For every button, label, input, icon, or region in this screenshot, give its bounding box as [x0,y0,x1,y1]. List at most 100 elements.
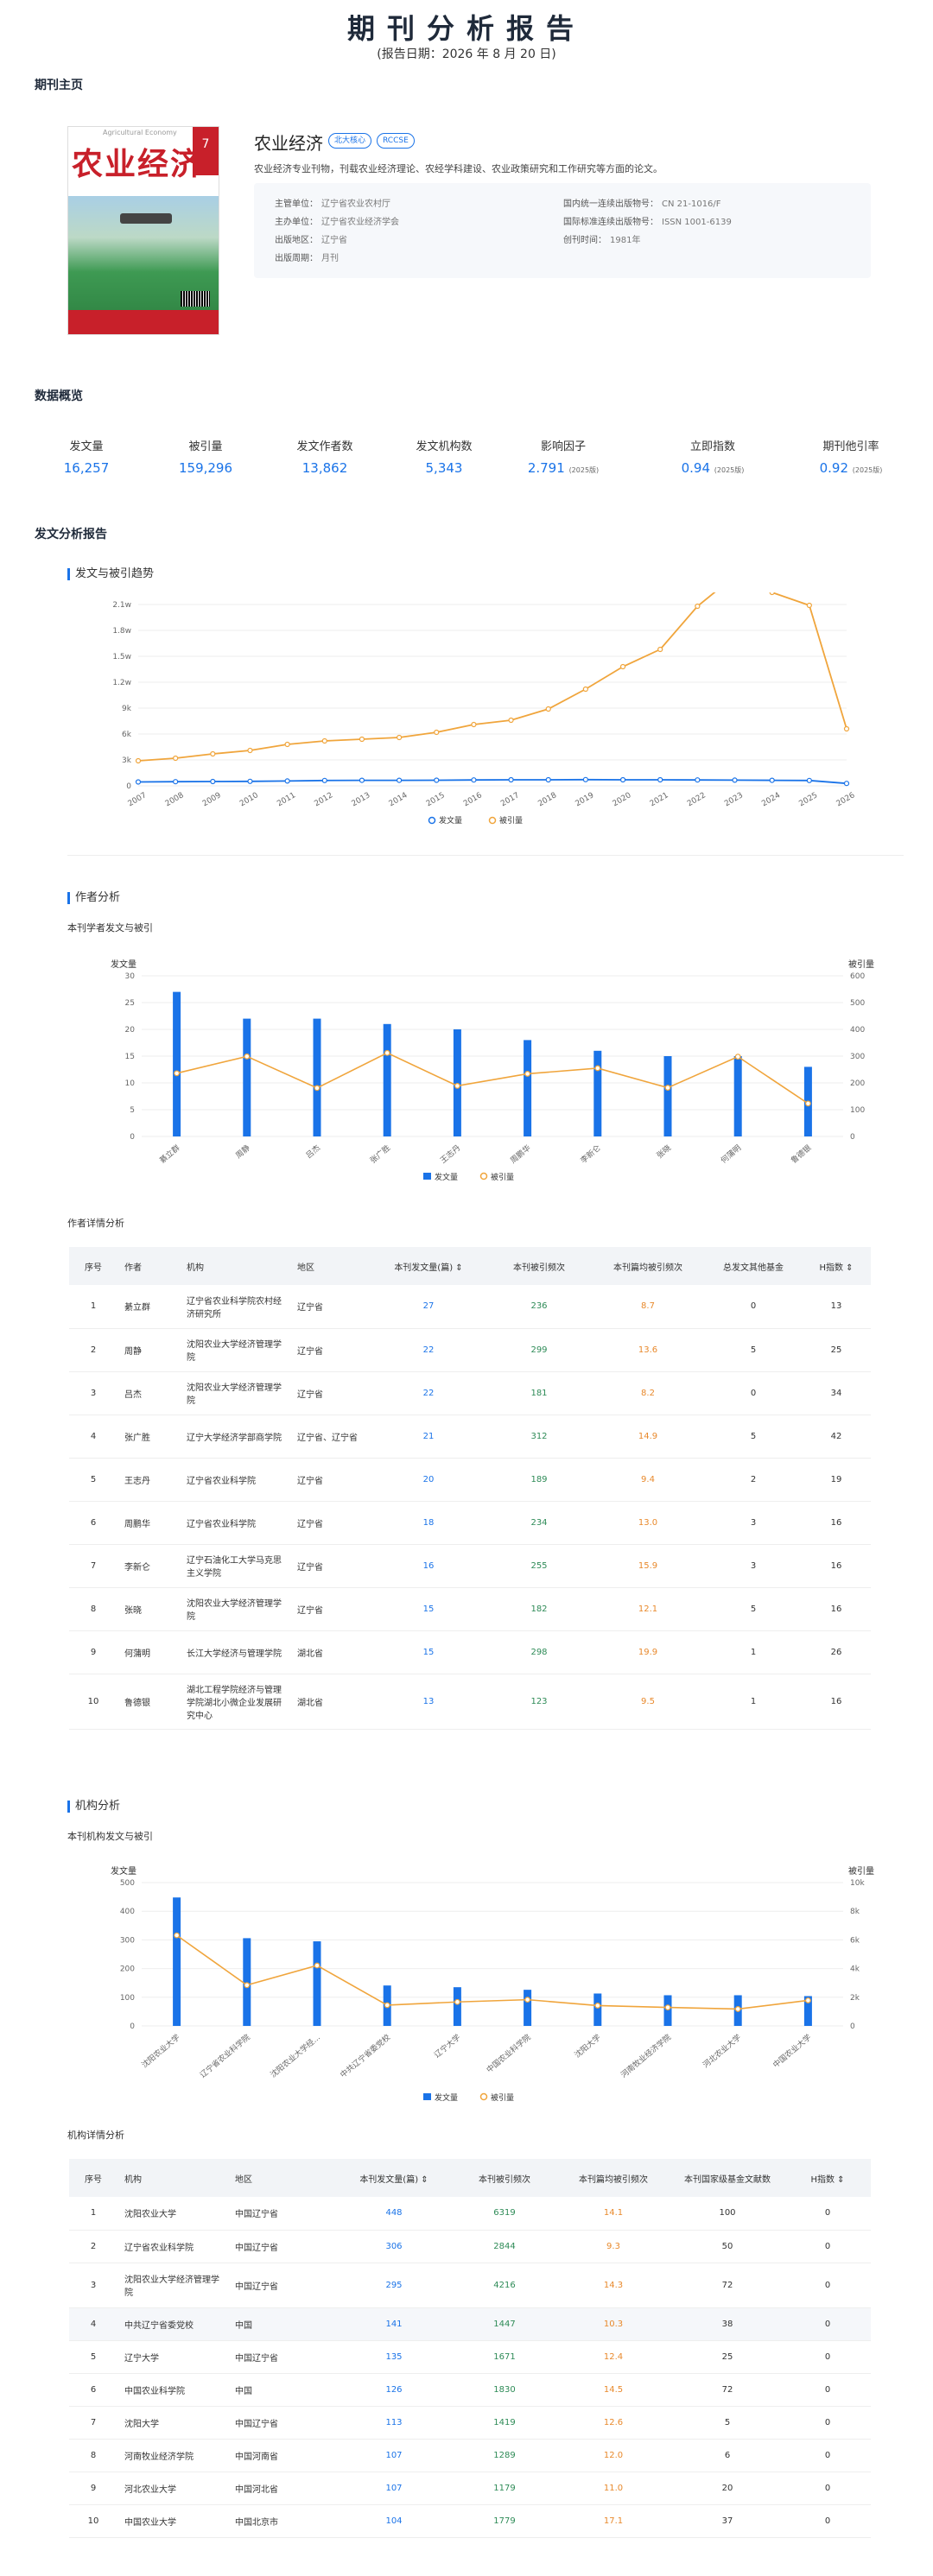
info-issn: 国际标准连续出版物号： ISSN 1001-6139 [563,218,732,227]
org-table: 序号 机构 地区 本刊发文量(篇) ⇕ 本刊被引频次 本刊篇均被引频次 本刊国家级基金文献数… [69,2159,871,2538]
x-tick-label: 2008 [164,791,186,808]
y-tick-label: 300 [120,1936,135,1945]
table-cell: 中国农业科学院 [117,2373,228,2407]
data-point [769,777,775,783]
table-cell: 16 [802,1501,871,1545]
y-tick-label: 5 [130,1106,135,1115]
y-tick-label: 10 [125,1079,136,1088]
table-cell: 李新仑 [117,1544,180,1588]
x-tick-label: 中国农业大学 [771,2032,813,2070]
data-point [284,778,290,784]
table-cell: 8 [69,1587,117,1631]
table-cell: 1289 [453,2439,556,2472]
y-tick-label: 1.8w [112,627,131,636]
table-cell: 辽宁省农业科学院 [180,1501,290,1545]
table-cell: 辽宁省农业科学院 [117,2230,228,2263]
table-cell: 14.1 [556,2197,670,2231]
table-cell: 1 [69,1285,117,1329]
table-cell: 长江大学经济与管理学院 [180,1630,290,1674]
table-row: 10 鲁德银 湖北工程学院经济与管理学院湖北小微企业发展研究中心 湖北省 13 123 9.… [69,1674,871,1730]
data-point [508,776,514,783]
table-cell: 辽宁省 [290,1587,370,1631]
series-line [176,1934,809,2010]
table-cell: 5 [69,2340,117,2374]
y2-tick-label: 4k [850,1965,860,1974]
tag-pku-core[interactable]: 北大核心 [328,133,372,149]
bar [593,1993,602,2026]
table-cell: 沈阳农业大学经济管理学院 [180,1328,290,1372]
table-cell: 22 [370,1371,487,1415]
author-chart-title: 本刊学者发文与被引 [67,922,153,934]
x-tick-label: 2022 [686,791,708,808]
table-header: 总发文其他基金 [705,1247,802,1285]
legend-marker [423,1173,431,1180]
table-cell: 中共辽宁省委党校 [117,2307,228,2341]
table-header[interactable]: 本刊发文量(篇) ⇕ [370,1247,487,1285]
table-cell: 张广胜 [117,1415,180,1459]
y-tick-label: 0 [130,2022,135,2031]
table-cell: 14.9 [591,1415,705,1459]
stat-papers: 发文量 16,257 [63,440,110,476]
table-cell: 5 [705,1587,802,1631]
journal-name: 农业经济 [254,133,323,154]
table-cell: 9.4 [591,1458,705,1502]
bar [524,1990,532,2026]
y-tick-label: 1.2w [112,679,131,687]
x-tick-label: 周静 [233,1142,252,1161]
y-tick-label: 15 [125,1053,135,1061]
table-cell: 50 [670,2230,784,2263]
x-tick-label: 2021 [649,791,670,808]
data-point [657,646,663,653]
cover-title: 农业经济 [72,146,204,182]
y-tick-label: 200 [120,1965,135,1974]
data-point [397,777,403,783]
info-supervisor: 主管单位： 辽宁省农业农村厅 [275,199,390,209]
y-tick-label: 0 [126,782,131,791]
table-cell: 4 [69,1415,117,1459]
data-point [582,686,588,693]
table-cell: 1447 [453,2307,556,2341]
data-point [210,778,216,785]
table-cell: 306 [335,2230,453,2263]
bar [383,1023,391,1136]
y-tick-label: 0 [130,1133,135,1142]
y-tick-label: 3k [122,756,132,765]
table-header[interactable]: 本刊发文量(篇) ⇕ [335,2159,453,2197]
info-sponsor: 主办单位： 辽宁省农业经济学会 [275,218,399,227]
table-header[interactable]: H指数 ⇕ [802,1247,871,1285]
data-point [321,737,327,744]
table-row: 9 河北农业大学 中国河北省 107 1179 11.0 20 0 [69,2472,871,2505]
table-cell: 中国辽宁省 [228,2340,335,2374]
table-cell: 河北农业大学 [117,2472,228,2505]
info-cn: 国内统一连续出版物号： CN 21-1016/F [563,199,721,209]
x-tick-label: 周鹏华 [508,1142,532,1166]
table-cell: 沈阳农业大学 [117,2197,228,2231]
table-cell: 189 [487,1458,591,1502]
bar [243,1018,251,1136]
table-cell: 河南牧业经济学院 [117,2439,228,2472]
cover-issue: 7 [193,127,219,175]
data-point [384,2002,390,2009]
table-cell: 2 [705,1458,802,1502]
bar [663,1995,672,2026]
table-cell: 中国北京市 [228,2504,335,2538]
table-cell: 9.3 [556,2230,670,2263]
table-cell: 10 [69,2504,117,2538]
y-tick-label: 9k [122,705,132,713]
tag-rccse[interactable]: RCCSE [377,133,415,149]
data-point [508,717,514,724]
data-point [524,1997,531,2003]
section-homepage: 期刊主页 [35,79,83,92]
table-cell: 1179 [453,2472,556,2505]
table-cell: 12.0 [556,2439,670,2472]
table-cell: 张晓 [117,1587,180,1631]
table-cell: 0 [784,2197,871,2231]
series-line [176,1052,809,1104]
table-cell: 辽宁石油化工大学马克思主义学院 [180,1544,290,1588]
x-tick-label: 2025 [797,791,819,808]
series-line [137,592,847,762]
table-row: 5 王志丹 辽宁省农业科学院 辽宁省 20 189 9.4 2 19 [69,1458,871,1502]
table-header[interactable]: H指数 ⇕ [784,2159,871,2197]
table-cell: 104 [335,2504,453,2538]
table-cell: 1779 [453,2504,556,2538]
